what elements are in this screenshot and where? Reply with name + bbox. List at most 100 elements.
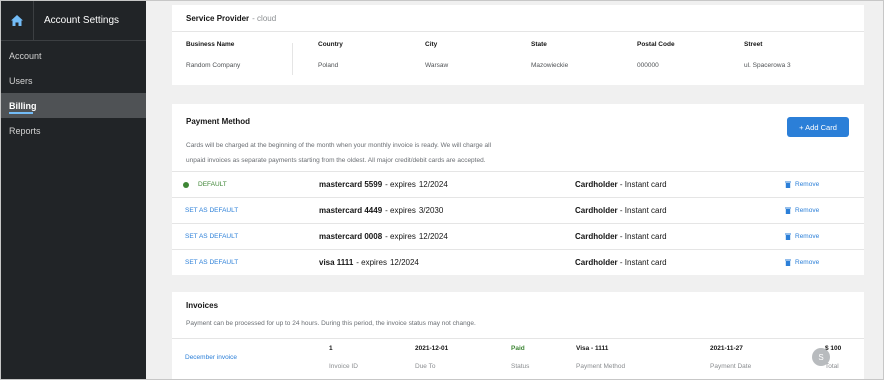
sp-column-postal-code: Postal Code 000000 [637, 41, 675, 69]
sp-column-street: Street ul. Spacerowa 3 [744, 41, 791, 69]
sp-label: Business Name [186, 41, 235, 48]
payment-description-line: Cards will be charged at the beginning o… [186, 142, 492, 149]
invoices-divider [172, 338, 864, 339]
trash-icon [785, 181, 791, 188]
remove-card-button[interactable]: Remove [785, 172, 819, 197]
invoice-label: Due To [415, 363, 436, 370]
sp-label: Country [318, 41, 343, 48]
sp-value: Poland [318, 62, 339, 69]
card-description: mastercard 5599 - expires 12/2024 [319, 172, 448, 197]
card-expiry: 12/2024 [389, 258, 419, 267]
card-holder-detail: - Instant card [619, 180, 667, 189]
invoice-value: Visa - 1111 [576, 345, 609, 352]
invoice-due-cell: 2021-12-01 Due To [415, 345, 448, 370]
payment-method-card: Payment Method Cards will be charged at … [172, 104, 864, 275]
invoice-payment-method-cell: Visa - 1111 Payment Method [576, 345, 625, 370]
home-icon [10, 14, 23, 26]
trash-icon [785, 233, 791, 240]
set-as-default-button[interactable]: SET AS DEFAULT [185, 224, 238, 249]
invoice-value: 2021-12-01 [415, 345, 449, 352]
invoice-label: Invoice ID [329, 363, 358, 370]
service-provider-heading: Service Provider - cloud [172, 5, 864, 32]
sidebar-item-reports[interactable]: Reports [0, 118, 146, 143]
avatar[interactable]: S [812, 348, 830, 366]
sp-label: State [531, 41, 547, 48]
remove-label: Remove [795, 181, 820, 188]
card-holder-name: Cardholder [575, 180, 618, 189]
payment-description-line: unpaid invoices as separate payments sta… [186, 157, 486, 164]
trash-icon [785, 259, 791, 266]
remove-card-button[interactable]: Remove [785, 250, 819, 275]
sp-column-country: Country Poland [318, 41, 343, 69]
sp-column-business-name: Business Name Random Company [186, 41, 240, 69]
invoice-link[interactable]: December invoice [185, 354, 237, 361]
card-description: mastercard 4449 - expires 3/2030 [319, 198, 443, 223]
card-holder: Cardholder - Instant card [575, 198, 667, 223]
sp-divider [292, 43, 293, 75]
service-provider-card: Service Provider - cloud Business Name R… [172, 5, 864, 85]
card-expires-text: - expires [385, 232, 416, 241]
card-holder-detail: - Instant card [619, 258, 667, 267]
sp-label: Postal Code [637, 41, 675, 48]
card-description: mastercard 0008 - expires 12/2024 [319, 224, 448, 249]
card-holder-name: Cardholder [575, 258, 618, 267]
invoice-id-cell: 1 Invoice ID [329, 345, 358, 370]
sp-column-state: State Mazowieckie [531, 41, 568, 69]
sidebar-item-users[interactable]: Users [0, 68, 146, 93]
payment-method-title: Payment Method [186, 117, 251, 126]
sp-value: Mazowieckie [531, 62, 569, 69]
payment-method-description: Cards will be charged at the beginning o… [186, 138, 586, 168]
sp-value: Random Company [186, 62, 241, 69]
sidebar-header: Account Settings [0, 0, 146, 41]
card-expiry: 3/2030 [418, 206, 444, 215]
sp-column-city: City Warsaw [425, 41, 448, 69]
card-expires-text: - expires [385, 206, 416, 215]
card-brand-number: mastercard 0008 [319, 232, 383, 241]
card-holder-name: Cardholder [575, 232, 618, 241]
default-label: DEFAULT [198, 181, 227, 188]
invoice-value: 1 [329, 345, 333, 352]
invoices-card: Invoices Payment can be processed for up… [172, 292, 864, 380]
remove-card-button[interactable]: Remove [785, 198, 819, 223]
card-brand-number: mastercard 5599 [319, 180, 383, 189]
card-holder-name: Cardholder [575, 206, 618, 215]
sidebar-item-billing[interactable]: Billing [0, 93, 146, 118]
sidebar-title: Account Settings [44, 14, 120, 26]
card-expires-text: - expires [356, 258, 387, 267]
card-holder-detail: - Instant card [619, 206, 667, 215]
sp-value: Warsaw [425, 62, 449, 69]
default-status: DEFAULT [183, 172, 227, 197]
set-as-default-button[interactable]: SET AS DEFAULT [185, 250, 238, 275]
remove-label: Remove [795, 259, 820, 266]
invoice-label: Status [511, 363, 530, 370]
invoice-label: Total [825, 363, 839, 370]
card-row: SET AS DEFAULT mastercard 4449 - expires… [172, 197, 864, 223]
sp-label: City [425, 41, 438, 48]
add-card-button[interactable]: + Add Card [787, 117, 849, 137]
invoices-title: Invoices [186, 301, 219, 310]
invoice-status-cell: Paid Status [511, 345, 529, 370]
invoice-label: Payment Date [710, 363, 752, 370]
invoice-status-badge: Paid [511, 345, 525, 352]
main-content: Service Provider - cloud Business Name R… [146, 0, 884, 380]
set-as-default-button[interactable]: SET AS DEFAULT [185, 198, 238, 223]
card-expires-text: - expires [385, 180, 416, 189]
remove-card-button[interactable]: Remove [785, 224, 819, 249]
remove-label: Remove [795, 233, 820, 240]
invoices-description: Payment can be processed for up to 24 ho… [186, 320, 476, 327]
invoice-payment-date-cell: 2021-11-27 Payment Date [710, 345, 751, 370]
sidebar-item-account[interactable]: Account [0, 43, 146, 68]
sp-value: ul. Spacerowa 3 [744, 62, 791, 69]
trash-icon [785, 207, 791, 214]
service-provider-title: Service Provider [186, 13, 250, 23]
service-provider-subtitle: - cloud [252, 13, 277, 23]
status-dot-icon [183, 181, 189, 188]
sidebar: Account Settings Account Users Billing R… [0, 0, 146, 380]
card-holder-detail: - Instant card [619, 232, 667, 241]
invoice-value: 2021-11-27 [710, 345, 743, 352]
card-row: SET AS DEFAULT mastercard 0008 - expires… [172, 223, 864, 249]
card-description: visa 1111 - expires 12/2024 [319, 250, 419, 275]
card-holder: Cardholder - Instant card [575, 172, 667, 197]
home-button[interactable] [0, 0, 34, 41]
sp-label: Street [744, 41, 763, 48]
